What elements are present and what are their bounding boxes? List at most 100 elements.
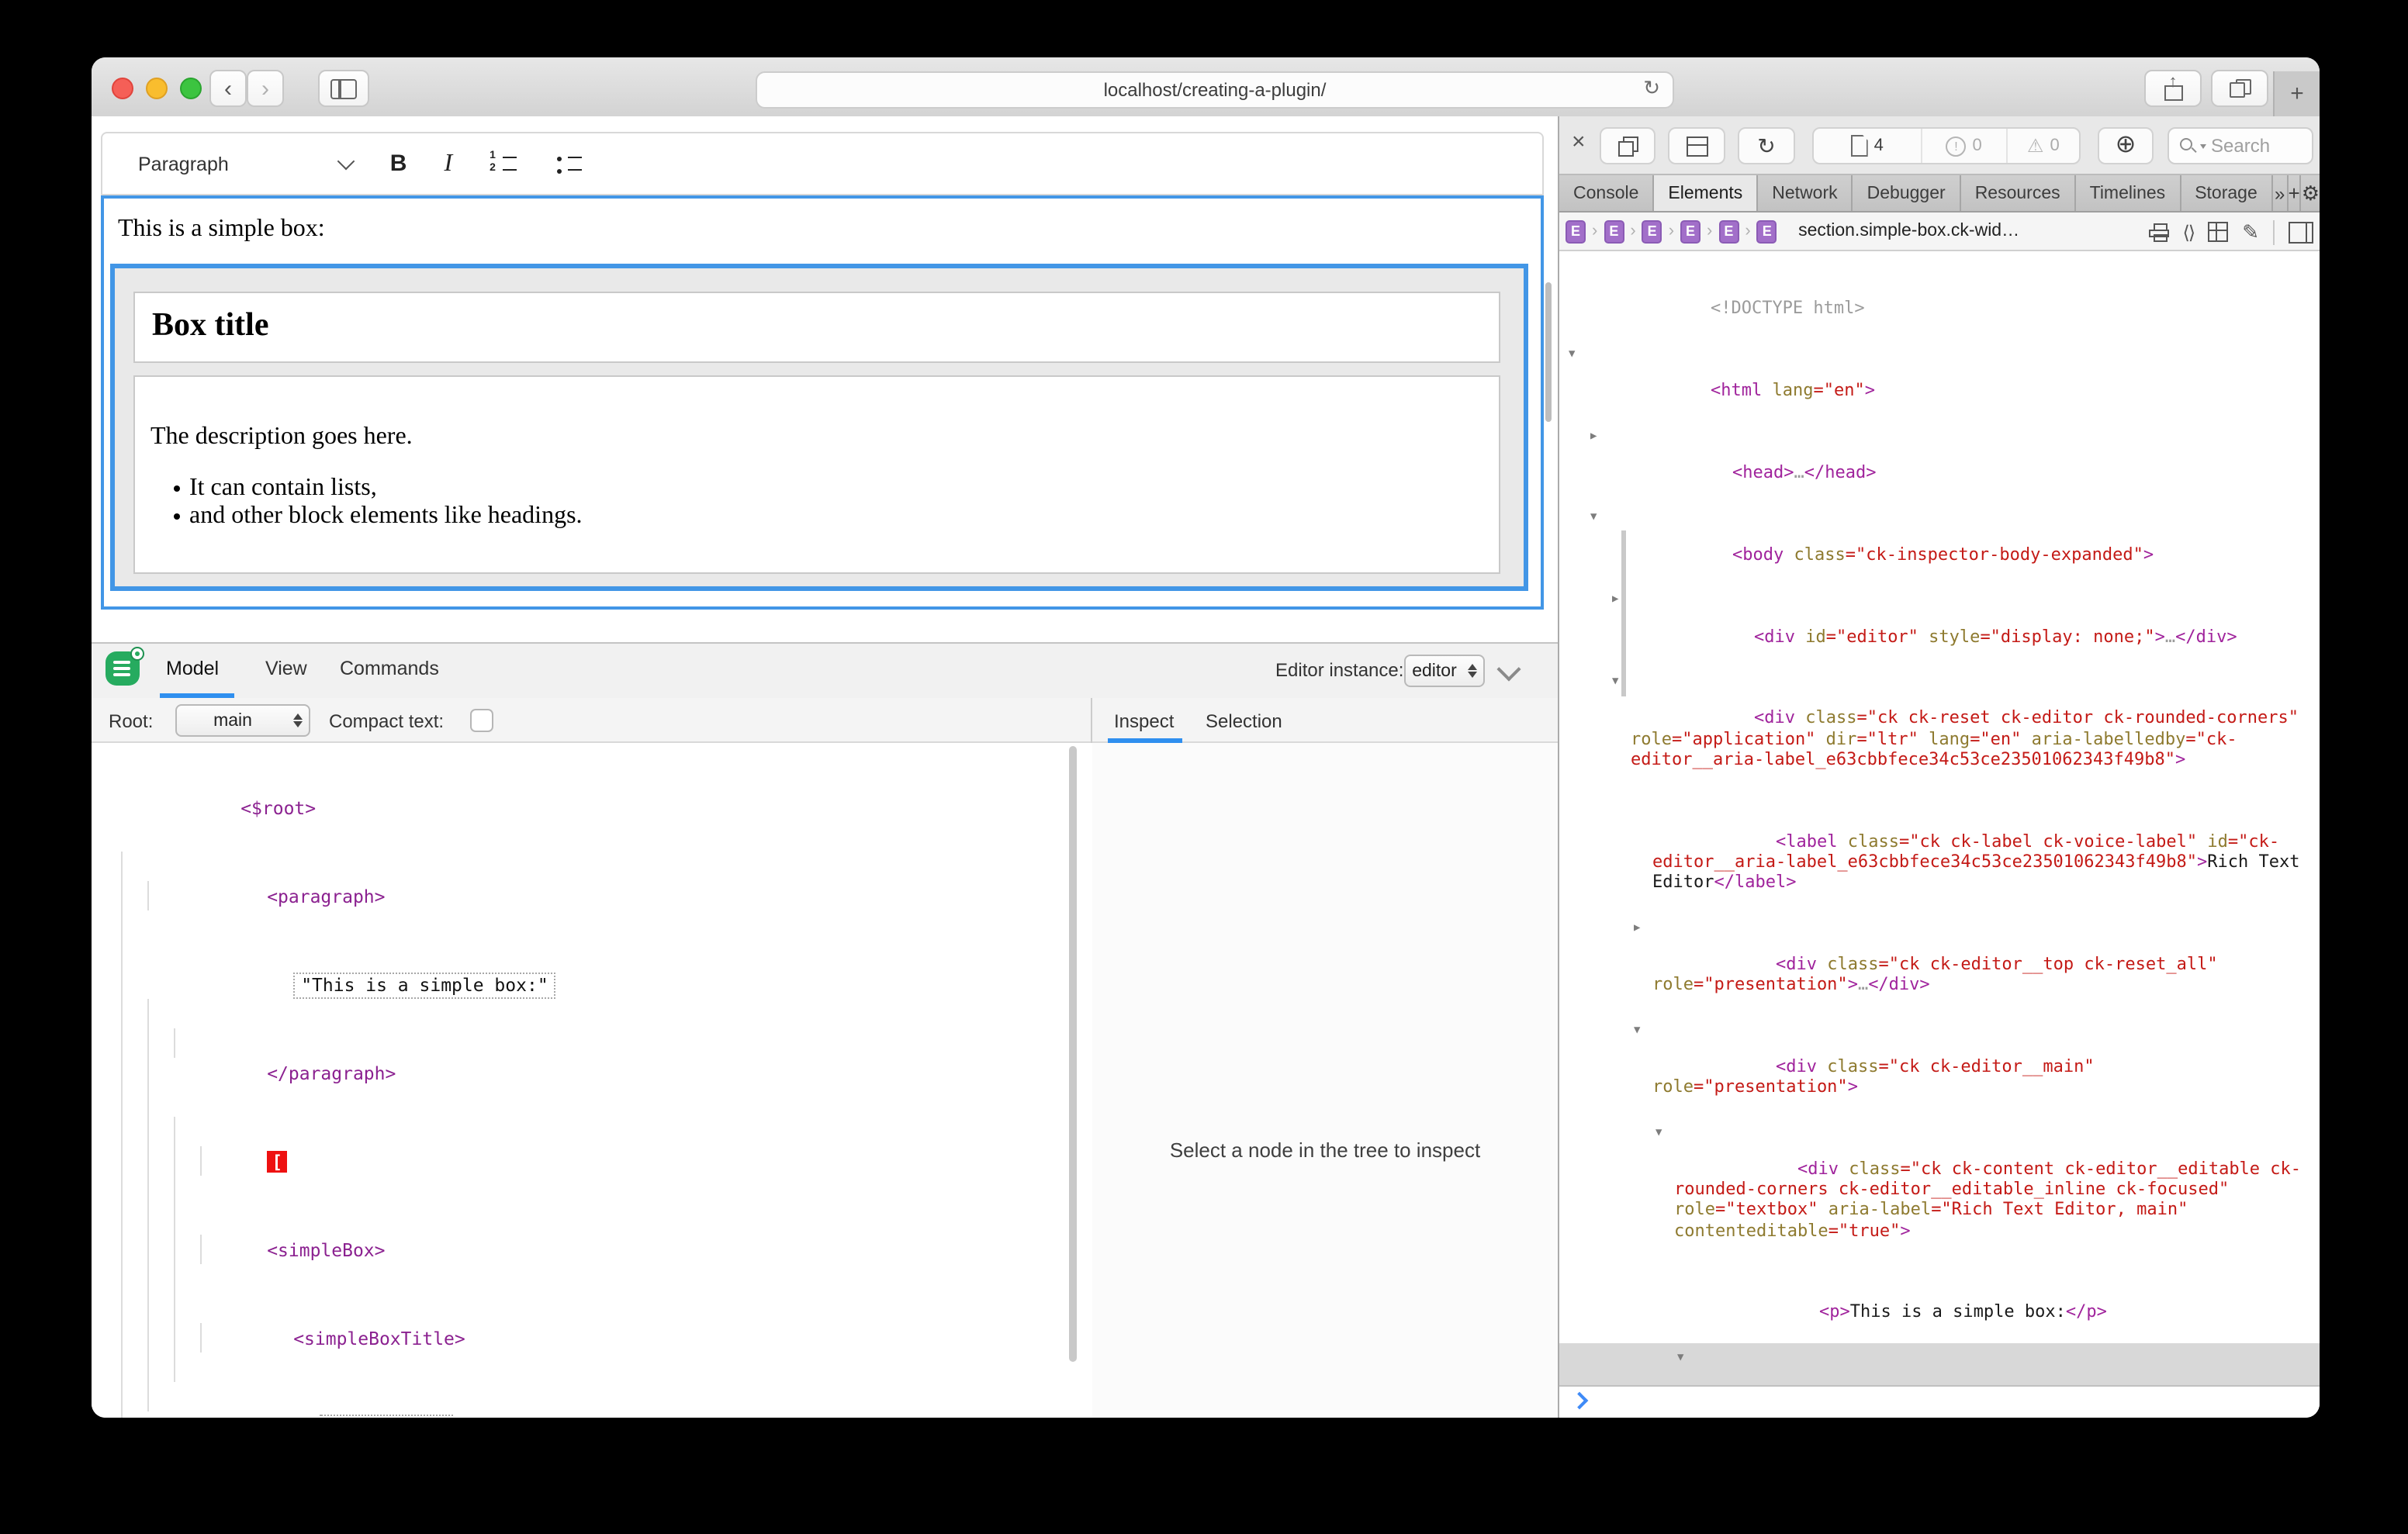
devtools-tab[interactable]: Timelines: [2076, 175, 2181, 211]
editor-instance-select[interactable]: editor: [1404, 655, 1485, 687]
inspector-tab[interactable]: Commands: [340, 658, 439, 679]
devtools-search-field[interactable]: Search: [2168, 127, 2313, 164]
bulleted-list-button[interactable]: [555, 153, 583, 174]
back-button[interactable]: ‹: [209, 70, 247, 107]
dom-tree-row[interactable]: ▶ <head>…</head>: [1559, 421, 2320, 503]
selected-element-breadcrumb[interactable]: section.simple-box.ck-wid…: [1798, 222, 2019, 240]
dom-tree-row[interactable]: ▼ <div class="ck ck-editor__main" role="…: [1559, 1015, 2320, 1118]
sidebar-button[interactable]: [318, 70, 369, 107]
model-tree-row[interactable]: <$root>: [92, 765, 1078, 853]
page-resources-badge[interactable]: 4: [1814, 129, 1921, 163]
dom-tree-row[interactable]: ▼ <div class="ck ck-content ck-editor__e…: [1559, 1118, 2320, 1261]
collapse-inspector-icon[interactable]: [1500, 661, 1517, 678]
dom-tree-row[interactable]: <p>This is a simple box:</p>: [1559, 1261, 2320, 1343]
tabs-overview-button[interactable]: [2211, 70, 2268, 107]
model-tree-row[interactable]: "This is a simple box:": [92, 941, 1078, 1030]
inspector-tab[interactable]: Model: [166, 658, 219, 679]
simple-box-widget[interactable]: Box title The description goes here. It …: [110, 264, 1528, 591]
disclosure-triangle-icon[interactable]: ▶: [1634, 917, 1640, 938]
address-bar[interactable]: localhost/creating-a-plugin/ ↻: [756, 71, 1674, 109]
model-tree-row[interactable]: [: [92, 1118, 1078, 1207]
side-tab[interactable]: Selection: [1206, 710, 1282, 732]
reload-icon[interactable]: ↻: [1643, 76, 1660, 101]
devtools-settings-button[interactable]: ⚙: [2302, 175, 2320, 211]
disclosure-triangle-icon[interactable]: ▶: [1612, 590, 1618, 610]
italic-button[interactable]: I: [444, 150, 452, 178]
simple-box-description-field[interactable]: The description goes here. It can contai…: [133, 375, 1500, 574]
disclosure-triangle-icon[interactable]: ▼: [1677, 1348, 1683, 1368]
breadcrumb-item[interactable]: E ›: [1597, 219, 1635, 243]
model-tree-row[interactable]: <simpleBoxTitle>: [92, 1295, 1078, 1384]
errors-badge[interactable]: ! 0: [1921, 129, 2006, 163]
page-scrollbar[interactable]: [1545, 282, 1552, 422]
disclosure-triangle-icon[interactable]: ▼: [1569, 344, 1575, 364]
reload-page-button[interactable]: ↻: [1738, 127, 1795, 164]
more-tabs-button[interactable]: »: [2273, 175, 2289, 211]
disclosure-triangle-icon[interactable]: ▼: [1634, 1020, 1640, 1040]
share-button[interactable]: ↑: [2144, 70, 2202, 107]
editor-paragraph[interactable]: This is a simple box:: [118, 216, 325, 244]
disclosure-triangle-icon[interactable]: ▶: [1590, 426, 1597, 446]
model-tree-scrollbar[interactable]: [1069, 746, 1077, 1362]
devtools-tab[interactable]: Network: [1758, 175, 1853, 211]
paintbrush-icon[interactable]: ✎: [2242, 222, 2259, 242]
model-tree-row[interactable]: </paragraph>: [92, 1030, 1078, 1118]
indent-guide: [147, 881, 149, 910]
zoom-window-icon[interactable]: [180, 78, 202, 99]
devtools-tab[interactable]: Debugger: [1853, 175, 1961, 211]
devtools-tab[interactable]: Resources: [1961, 175, 2076, 211]
breadcrumb-item[interactable]: E ›: [1559, 219, 1597, 243]
side-tab[interactable]: Inspect: [1114, 710, 1174, 732]
details-sidebar-icon[interactable]: [2289, 221, 2313, 243]
close-devtools-icon[interactable]: ×: [1572, 130, 1586, 154]
dom-tree-row[interactable]: ▶ <div id="editor" style="display: none;…: [1559, 586, 2320, 668]
printer-icon[interactable]: [2148, 223, 2168, 241]
dom-tree-row[interactable]: ▼ <section class="simple-box ck-widget c…: [1559, 1343, 2320, 1385]
source-code-icon[interactable]: ⟨⟩: [2182, 221, 2194, 243]
breadcrumb-item[interactable]: E ›: [1712, 219, 1750, 243]
devtools-tab[interactable]: Console: [1559, 175, 1654, 211]
breadcrumb-item[interactable]: E ›: [1674, 219, 1712, 243]
disclosure-triangle-icon[interactable]: ▼: [1656, 1122, 1662, 1142]
model-tree-row[interactable]: "Box title": [92, 1384, 1078, 1418]
dom-tree-row[interactable]: <label class="ck ck-label ck-voice-label…: [1559, 790, 2320, 913]
dom-tree-row[interactable]: ▶ <div class="ck ck-editor__top ck-reset…: [1559, 913, 2320, 1015]
url-text: localhost/creating-a-plugin/: [1104, 79, 1327, 101]
dom-tree-row[interactable]: ▼ <html lang="en">: [1559, 340, 2320, 422]
model-tree-row[interactable]: <paragraph>: [92, 853, 1078, 941]
indent-guide: [147, 999, 149, 1411]
devtools-tab[interactable]: Storage: [2181, 175, 2273, 211]
dom-tree-row[interactable]: <!DOCTYPE html>: [1559, 257, 2320, 340]
forward-icon: ›: [261, 77, 269, 100]
numbered-list-button[interactable]: 1 2: [490, 153, 517, 174]
rich-text-editor[interactable]: This is a simple box: Box title The desc…: [101, 195, 1544, 610]
bulleted-list-icon: [555, 153, 583, 174]
quick-console[interactable]: [1559, 1385, 2320, 1418]
disclosure-triangle-icon[interactable]: ▼: [1590, 508, 1597, 528]
new-tab-button[interactable]: +: [2273, 71, 2320, 116]
dom-tree-row[interactable]: ▼ <body class="ck-inspector-body-expande…: [1559, 503, 2320, 586]
bold-button[interactable]: B: [390, 150, 407, 177]
minimize-window-icon[interactable]: [146, 78, 168, 99]
add-devtools-tab-button[interactable]: +: [2289, 175, 2302, 211]
devtools-tab[interactable]: Elements: [1654, 175, 1758, 211]
model-tree-row[interactable]: <simpleBox>: [92, 1207, 1078, 1295]
compact-text-checkbox[interactable]: [470, 709, 493, 732]
dom-tree-row[interactable]: ▼ <div class="ck ck-reset ck-editor ck-r…: [1559, 667, 2320, 789]
breadcrumb-item[interactable]: E ›: [1636, 219, 1674, 243]
simple-box-title-field[interactable]: Box title: [133, 292, 1500, 363]
element-picker-button[interactable]: ⊕: [2098, 127, 2154, 164]
forward-button[interactable]: ›: [247, 70, 284, 107]
close-window-icon[interactable]: [112, 78, 133, 99]
root-select[interactable]: main: [175, 704, 310, 737]
dock-side-button[interactable]: [1600, 127, 1656, 164]
element-icon: E: [1566, 219, 1586, 243]
inspector-tab[interactable]: View: [265, 658, 307, 679]
safari-window: ‹ › localhost/creating-a-plugin/ ↻ ↑ + P…: [92, 57, 2320, 1418]
grid-icon[interactable]: [2208, 222, 2228, 242]
heading-dropdown[interactable]: Paragraph: [138, 153, 353, 174]
disclosure-triangle-icon[interactable]: ▼: [1612, 672, 1618, 692]
warnings-badge[interactable]: ⚠ 0: [2006, 129, 2079, 163]
breadcrumb-item[interactable]: E ›: [1751, 219, 1789, 243]
split-console-button[interactable]: [1668, 127, 1725, 164]
